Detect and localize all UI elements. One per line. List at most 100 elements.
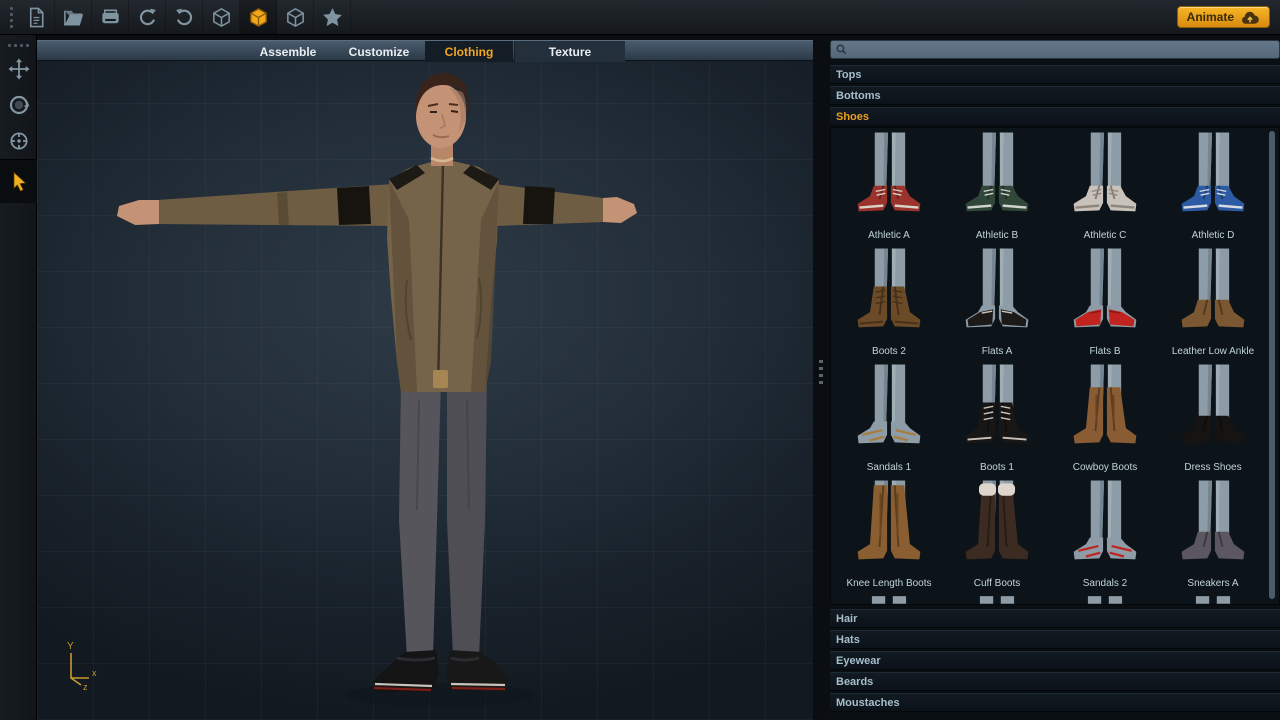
- shoe-item[interactable]: Knee Length Boots: [835, 478, 943, 594]
- save-icon: [99, 6, 122, 29]
- shoe-thumbnail: [1175, 130, 1251, 230]
- search-bar[interactable]: [830, 40, 1280, 59]
- side-toolbar: [0, 35, 37, 720]
- shoe-item-label: Flats B: [1089, 346, 1120, 358]
- shoe-thumbnail: [1175, 478, 1251, 578]
- category-header-tops[interactable]: Tops: [830, 65, 1280, 84]
- cube-wireframe-right-icon: [284, 6, 307, 29]
- shoe-thumbnail: [959, 130, 1035, 230]
- shoe-thumbnail: [1067, 362, 1143, 462]
- orbit-button[interactable]: [0, 87, 37, 123]
- undo-button[interactable]: [129, 0, 166, 34]
- shoe-item[interactable]: Athletic B: [943, 130, 1051, 246]
- shoe-item-label: Athletic C: [1084, 230, 1127, 242]
- category-header-moustaches[interactable]: Moustaches: [830, 693, 1280, 712]
- shoes-list: Athletic A Athletic B Athletic C Athletic D…: [830, 127, 1280, 605]
- cloud-upload-icon: [1240, 10, 1260, 25]
- shoe-item-label: Cowboy Boots: [1073, 462, 1137, 474]
- open-folder-icon: [62, 6, 85, 29]
- shoe-item[interactable]: Cuff Boots: [943, 478, 1051, 594]
- shoe-item[interactable]: Sandals 1: [835, 362, 943, 478]
- open-folder-button[interactable]: [55, 0, 92, 34]
- animate-button[interactable]: Animate: [1177, 6, 1270, 28]
- viewport-3d[interactable]: Assemble Customize Clothing Texture Y x …: [37, 40, 813, 720]
- redo-icon: [173, 6, 196, 29]
- shoe-thumbnail: [851, 362, 927, 462]
- save-button[interactable]: [92, 0, 129, 34]
- shoe-thumbnail: [959, 478, 1035, 578]
- cube-wireframe-right-button[interactable]: [277, 0, 314, 34]
- select-cursor-button[interactable]: [0, 159, 37, 203]
- shoe-item-label: Sneakers A: [1187, 578, 1238, 590]
- tab-texture[interactable]: Texture: [514, 41, 625, 62]
- shoe-item-label: Knee Length Boots: [846, 578, 931, 590]
- category-header-hats[interactable]: Hats: [830, 630, 1280, 649]
- axis-gizmo: Y x z: [62, 640, 106, 692]
- shoe-item[interactable]: Cowboy Boots: [1051, 362, 1159, 478]
- category-header-hair[interactable]: Hair: [830, 609, 1280, 628]
- panel-splitter-handle[interactable]: [817, 360, 825, 390]
- shoe-item[interactable]: Athletic A: [835, 130, 943, 246]
- cube-wireframe-left-icon: [210, 6, 233, 29]
- focus-target-icon: [7, 129, 31, 153]
- category-header-beards[interactable]: Beards: [830, 672, 1280, 691]
- pan-arrows-icon: [7, 57, 31, 81]
- category-header-eyewear[interactable]: Eyewear: [830, 651, 1280, 670]
- tab-clothing[interactable]: Clothing: [425, 41, 513, 62]
- new-file-button[interactable]: [18, 0, 55, 34]
- favorite-star-button[interactable]: [314, 0, 351, 34]
- shoe-thumbnail: [959, 362, 1035, 462]
- cube-solid-icon: [247, 6, 270, 29]
- shoe-item[interactable]: Boots 1: [943, 362, 1051, 478]
- axis-x-label: x: [92, 668, 97, 678]
- shoe-item-label: Athletic B: [976, 230, 1018, 242]
- shoe-thumbnail: [1067, 478, 1143, 578]
- axis-z-label: z: [83, 682, 88, 692]
- shoe-item[interactable]: Athletic D: [1159, 130, 1267, 246]
- animate-button-label: Animate: [1187, 10, 1234, 24]
- side-toolbar-grip-icon[interactable]: [0, 39, 36, 51]
- shoe-item[interactable]: Flats A: [943, 246, 1051, 362]
- shoe-thumbnail: [851, 130, 927, 230]
- shoes-scrollbar[interactable]: [1269, 131, 1275, 599]
- shoe-thumbnail: [1067, 130, 1143, 230]
- cube-solid-button[interactable]: [240, 0, 277, 34]
- shoe-item-label: Leather Low Ankle: [1172, 346, 1254, 358]
- cube-wireframe-left-button[interactable]: [203, 0, 240, 34]
- shoe-thumbnail: [851, 246, 927, 346]
- shoe-item-label: Dress Shoes: [1184, 462, 1241, 474]
- axis-y-label: Y: [67, 641, 74, 652]
- shoe-item[interactable]: Boots 2: [835, 246, 943, 362]
- character-model[interactable]: [37, 40, 813, 720]
- shoe-item-label: Cuff Boots: [974, 578, 1021, 590]
- search-icon: [835, 43, 848, 56]
- shoe-item[interactable]: Sneakers A: [1159, 478, 1267, 594]
- clothing-panel: Tops Bottoms Shoes Athletic AAthletic BA…: [830, 40, 1280, 720]
- shoe-item[interactable]: Athletic C: [1051, 130, 1159, 246]
- redo-button[interactable]: [166, 0, 203, 34]
- shoe-thumbnail: [959, 246, 1035, 346]
- viewport-tabbar: Assemble Customize Clothing Texture: [37, 40, 813, 61]
- tab-customize[interactable]: Customize: [334, 41, 424, 62]
- shoe-item-label: Boots 2: [872, 346, 906, 358]
- shoe-item-label: Athletic D: [1192, 230, 1235, 242]
- focus-target-button[interactable]: [0, 123, 37, 159]
- category-header-bottoms[interactable]: Bottoms: [830, 86, 1280, 105]
- select-cursor-icon: [7, 170, 31, 194]
- shoe-thumbnail: [851, 478, 927, 578]
- shoe-item[interactable]: Leather Low Ankle: [1159, 246, 1267, 362]
- undo-icon: [136, 6, 159, 29]
- top-toolbar: Animate: [0, 0, 1280, 35]
- pan-arrows-button[interactable]: [0, 51, 37, 87]
- shoe-item-label: Sandals 1: [867, 462, 911, 474]
- tab-assemble[interactable]: Assemble: [243, 41, 333, 62]
- search-input[interactable]: [848, 42, 1275, 57]
- toolbar-grip-icon[interactable]: [4, 4, 18, 30]
- new-file-icon: [25, 6, 48, 29]
- shoe-item[interactable]: Dress Shoes: [1159, 362, 1267, 478]
- category-header-shoes[interactable]: Shoes: [830, 107, 1280, 126]
- shoe-item-label: Athletic A: [868, 230, 910, 242]
- shoe-item[interactable]: Sandals 2: [1051, 478, 1159, 594]
- shoe-item[interactable]: Flats B: [1051, 246, 1159, 362]
- shoe-item-label: Flats A: [982, 346, 1013, 358]
